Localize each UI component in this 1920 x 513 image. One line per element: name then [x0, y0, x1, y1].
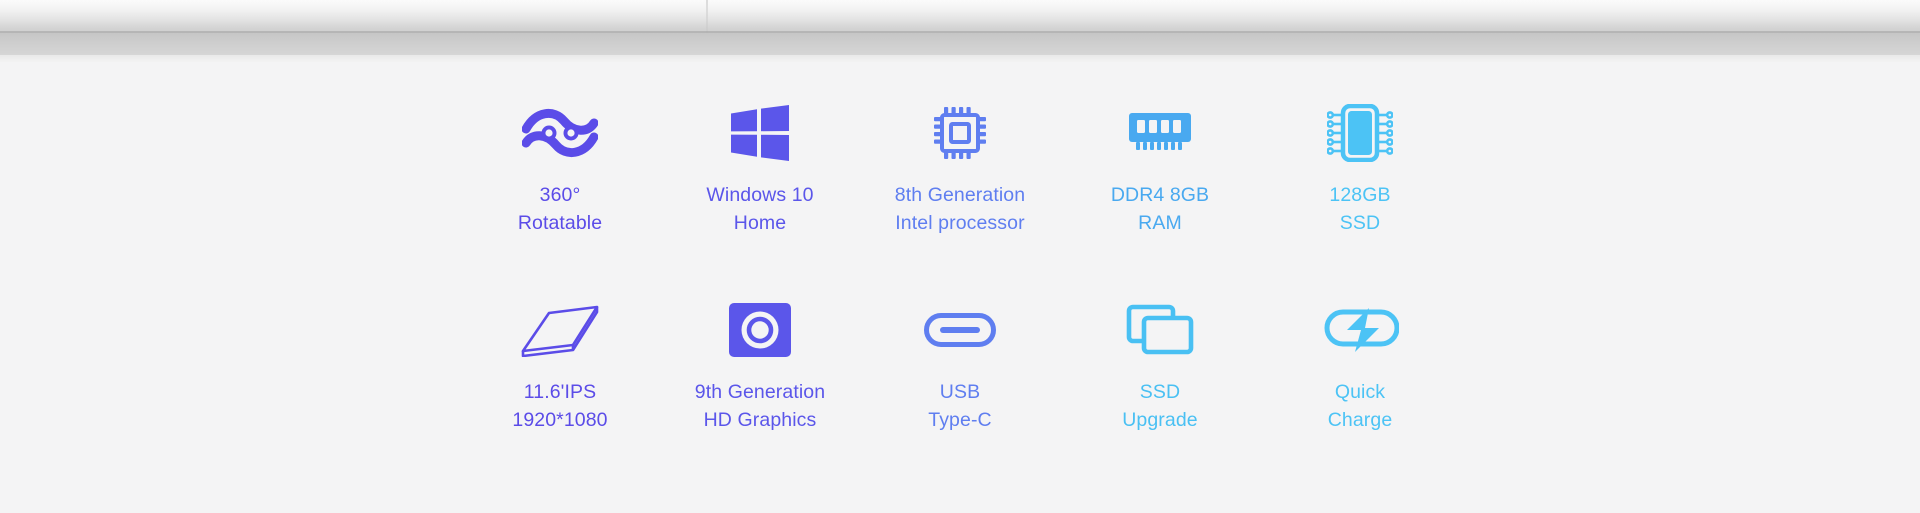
feature-line2: Type-C	[928, 409, 992, 432]
feature-cpu-gen: 8th Generation Intel processor	[860, 102, 1060, 237]
feature-usb-port: USB Type-C	[860, 299, 1060, 434]
banner-seam-line	[706, 0, 708, 33]
feature-label-cpu-gen: 8th Generation Intel processor	[895, 182, 1025, 237]
feature-line1: Windows 10	[706, 184, 814, 206]
feature-line2: Charge	[1327, 409, 1393, 432]
cpu-chip-icon	[860, 102, 1060, 164]
feature-label-gpu: 9th Generation HD Graphics	[695, 379, 825, 434]
banner-upper-band	[0, 0, 1920, 33]
banner-lower-band	[0, 33, 1920, 55]
feature-line1: 8th Generation	[894, 184, 1026, 206]
feature-label-display: 11.6'IPS 1920*1080	[512, 379, 607, 434]
feature-label-os: Windows 10 Home	[706, 182, 813, 237]
feature-line2: Rotatable	[517, 211, 603, 234]
feature-label-usb-port: USB Type-C	[928, 379, 991, 434]
feature-line2: Intel processor	[895, 211, 1025, 234]
feature-label-ram: DDR4 8GB RAM	[1111, 182, 1209, 237]
feature-line2: Upgrade	[1122, 409, 1198, 432]
feature-line1: 360°	[539, 184, 581, 206]
product-feature-page: 360° Rotatable Windows 10 Home 8th Gener…	[0, 0, 1920, 513]
feature-line1: DDR4 8GB	[1110, 184, 1210, 206]
feature-line1: Quick	[1334, 381, 1386, 404]
hinge-360-rotate-icon	[460, 102, 660, 164]
feature-line2: SSD	[1339, 211, 1381, 234]
feature-line1: 128GB	[1329, 184, 1391, 206]
ssd-chip-icon	[1260, 102, 1460, 164]
feature-ssd-upgrade: SSD Upgrade	[1060, 299, 1260, 434]
feature-line1: 11.6'IPS	[523, 381, 597, 404]
feature-line1: SSD	[1139, 381, 1181, 404]
laptop-edge-banner	[0, 0, 1920, 62]
feature-line2: HD Graphics	[703, 409, 817, 432]
feature-os: Windows 10 Home	[660, 102, 860, 237]
usb-type-c-port-icon	[860, 299, 1060, 361]
feature-ram: DDR4 8GB RAM	[1060, 102, 1260, 237]
feature-line1: 9th Generation	[694, 381, 826, 404]
feature-row-2: 11.6'IPS 1920*1080 9th Generation HD Gra…	[460, 299, 1460, 434]
feature-line1: USB	[939, 381, 981, 404]
stacked-drives-icon	[1060, 299, 1260, 361]
screen-panel-icon	[460, 299, 660, 361]
feature-quick-charge: Quick Charge	[1260, 299, 1460, 434]
feature-label-quick-charge: Quick Charge	[1328, 379, 1393, 434]
feature-line2: 1920*1080	[512, 409, 608, 432]
feature-gpu: 9th Generation HD Graphics	[660, 299, 860, 434]
feature-grid: 360° Rotatable Windows 10 Home 8th Gener…	[0, 62, 1920, 513]
memory-module-icon	[1060, 102, 1260, 164]
feature-row-1: 360° Rotatable Windows 10 Home 8th Gener…	[460, 102, 1460, 237]
feature-display: 11.6'IPS 1920*1080	[460, 299, 660, 434]
graphics-lens-icon	[660, 299, 860, 361]
feature-rotatable: 360° Rotatable	[460, 102, 660, 237]
feature-line2: RAM	[1138, 211, 1182, 234]
banner-base-fade	[0, 55, 1920, 62]
feature-label-rotatable: 360° Rotatable	[518, 182, 602, 237]
battery-lightning-icon	[1260, 299, 1460, 361]
windows-logo-icon	[660, 102, 860, 164]
feature-line2: Home	[733, 211, 787, 234]
feature-storage: 128GB SSD	[1260, 102, 1460, 237]
feature-label-storage: 128GB SSD	[1329, 182, 1390, 237]
feature-label-ssd-upgrade: SSD Upgrade	[1122, 379, 1198, 434]
